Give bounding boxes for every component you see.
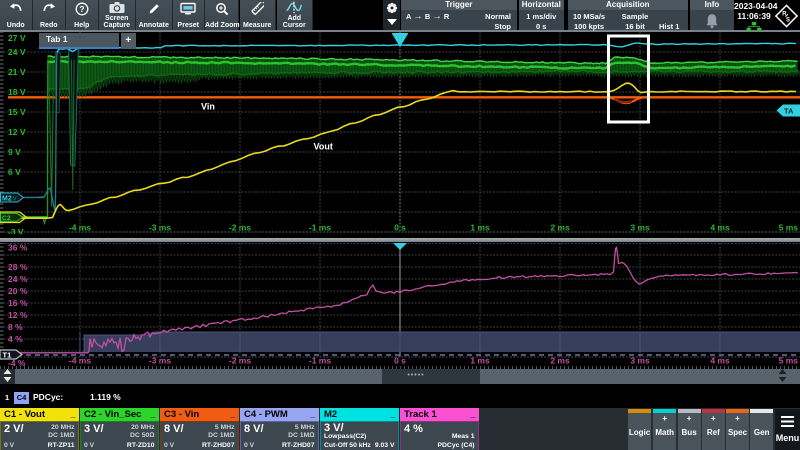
svg-text:4 %: 4 %	[8, 334, 23, 344]
svg-text:12 %: 12 %	[8, 310, 28, 320]
svg-text:16 %: 16 %	[8, 298, 28, 308]
svg-text:2 ms: 2 ms	[550, 223, 570, 233]
svg-text:12 V: 12 V	[8, 127, 26, 137]
svg-text:9 V: 9 V	[8, 147, 21, 157]
svg-text:4 ms: 4 ms	[710, 356, 730, 366]
svg-text:M2: M2	[2, 195, 12, 202]
svg-text:3 ms: 3 ms	[630, 223, 650, 233]
svg-text:24 V: 24 V	[8, 47, 26, 57]
svg-text:-3 ms: -3 ms	[149, 356, 171, 366]
svg-text:TA: TA	[784, 107, 794, 116]
svg-text:-3 V: -3 V	[8, 227, 24, 234]
svg-text:5 ms: 5 ms	[779, 223, 799, 233]
svg-text:-1 ms: -1 ms	[309, 223, 331, 233]
svg-text:5 ms: 5 ms	[779, 356, 799, 366]
svg-text:6 V: 6 V	[8, 167, 21, 177]
svg-text:?: ?	[79, 4, 84, 14]
svg-text:27 V: 27 V	[8, 33, 26, 43]
svg-text:-3 ms: -3 ms	[149, 223, 171, 233]
svg-text:18 V: 18 V	[8, 87, 26, 97]
svg-text:28 %: 28 %	[8, 262, 28, 272]
svg-text:-4 ms: -4 ms	[69, 223, 91, 233]
svg-text:T1: T1	[3, 351, 12, 360]
svg-text:21 V: 21 V	[8, 67, 26, 77]
svg-text:20 %: 20 %	[8, 286, 28, 296]
svg-text:1 ms: 1 ms	[470, 223, 490, 233]
svg-text:2 ms: 2 ms	[550, 356, 570, 366]
svg-text:C2: C2	[2, 215, 11, 222]
svg-text:-4 ms: -4 ms	[69, 356, 91, 366]
svg-text:V: V	[13, 195, 18, 202]
svg-text:0 s: 0 s	[394, 356, 406, 366]
svg-text:3 ms: 3 ms	[630, 356, 650, 366]
svg-text:-2 ms: -2 ms	[229, 223, 251, 233]
svg-text:15 V: 15 V	[8, 107, 26, 117]
svg-text:0 s: 0 s	[394, 223, 406, 233]
svg-text:4 ms: 4 ms	[710, 223, 730, 233]
svg-text:-1 ms: -1 ms	[309, 356, 331, 366]
svg-text:8 %: 8 %	[8, 322, 23, 332]
svg-text:Vin: Vin	[201, 102, 215, 112]
svg-text:1 ms: 1 ms	[470, 356, 490, 366]
svg-text:24 %: 24 %	[8, 274, 28, 284]
svg-text:-2 ms: -2 ms	[229, 356, 251, 366]
svg-text:36 %: 36 %	[8, 243, 28, 253]
svg-text:Vout: Vout	[314, 142, 333, 152]
svg-text:S: S	[786, 18, 790, 24]
